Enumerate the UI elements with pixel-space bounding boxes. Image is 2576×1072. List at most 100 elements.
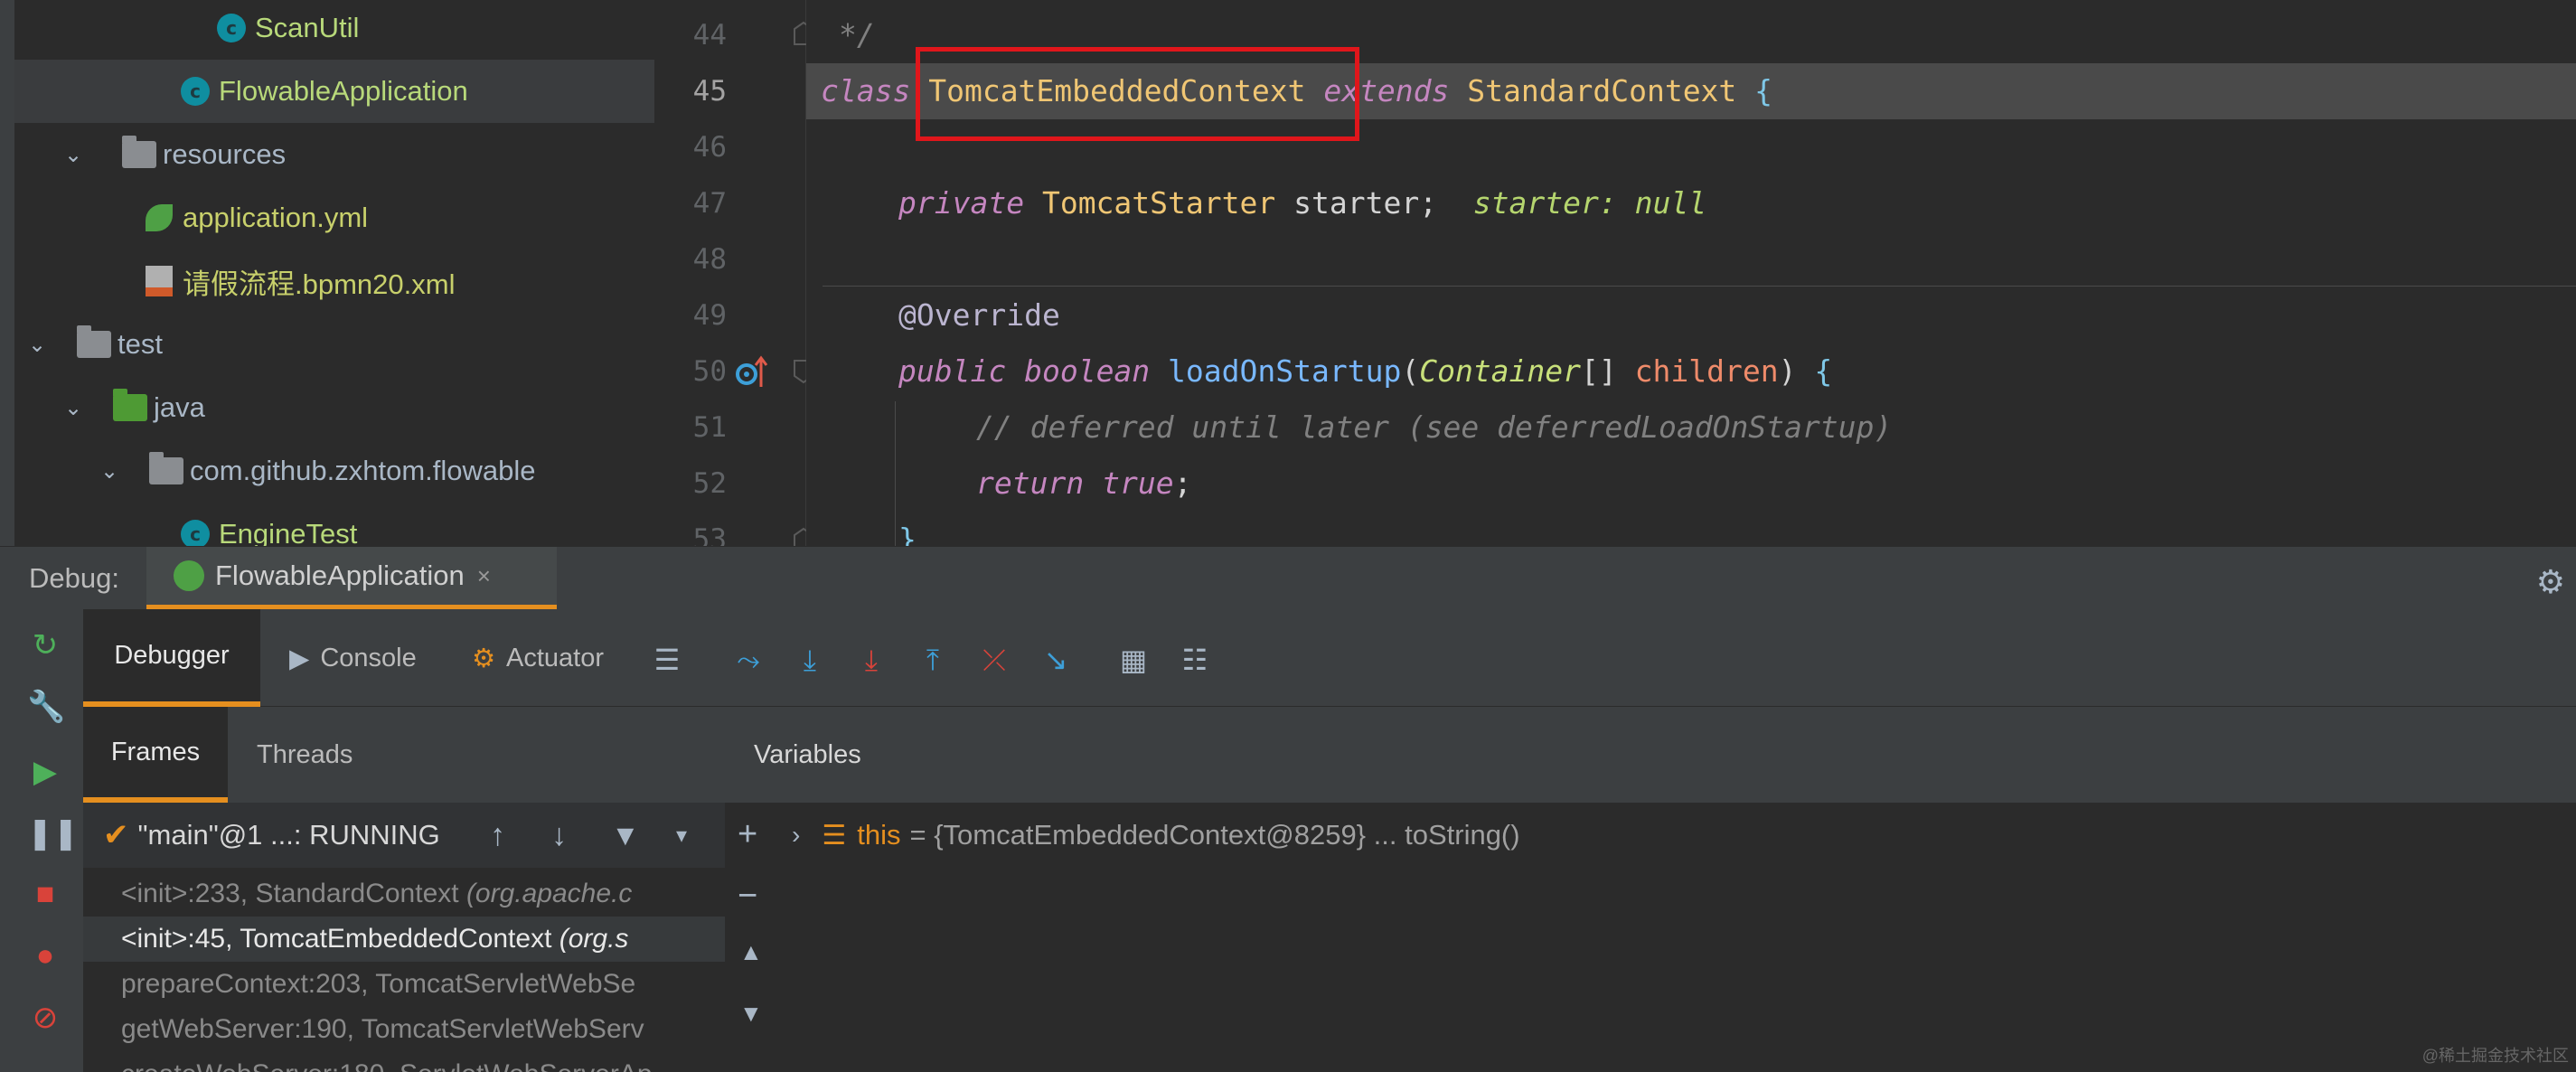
add-watch-icon[interactable]: + [738, 815, 757, 854]
chevron-down-icon[interactable]: ⌄ [61, 142, 85, 168]
variable-row-this[interactable]: › ☰ this = {TomcatEmbeddedContext@8259} … [779, 803, 2576, 868]
highlight-annotation-box [916, 47, 1359, 141]
view-breakpoints-icon[interactable]: ● [27, 938, 63, 973]
evaluate-expression-icon[interactable]: ▦ [1114, 642, 1153, 678]
frame-row[interactable]: <init>:233, StandardContext (org.apache.… [83, 871, 725, 917]
tree-item-test[interactable]: ⌄ test [14, 313, 654, 376]
pause-icon[interactable]: ❚❚ [27, 815, 79, 851]
variables-panel: › ☰ this = {TomcatEmbeddedContext@8259} … [779, 803, 2576, 1072]
debugger-toolbar: Debugger ▶ Console ⚙ Actuator ☰ ⤳ ⤓ ⤓ ⤒ … [83, 609, 2576, 707]
thread-label: "main"@1 ...: RUNNING [137, 819, 440, 851]
package-icon [148, 452, 184, 489]
test-class-icon: c [177, 516, 213, 546]
close-icon[interactable]: × [477, 562, 491, 590]
code-line-53: } [898, 522, 917, 546]
tree-item-label: java [154, 391, 205, 423]
move-down-icon[interactable]: ▼ [739, 1000, 763, 1028]
tree-item-label: EngineTest [219, 518, 358, 546]
line-number: 52 [692, 467, 727, 500]
watermark: @稀土掘金技术社区 [2421, 1047, 2569, 1065]
spring-config-icon [141, 200, 177, 236]
indent-guide [895, 401, 896, 546]
arrow-down-icon[interactable]: ↓ [551, 818, 567, 853]
class-icon: c [213, 10, 249, 46]
tree-item-java[interactable]: ⌄ java [14, 376, 654, 439]
resume-icon[interactable]: ▶ [27, 754, 63, 790]
debug-tool-window-header: Debug: FlowableApplication × ⚙ [0, 546, 2576, 610]
line-number: 49 [692, 299, 727, 332]
inline-value-hint: starter: null [1472, 185, 1707, 221]
line-number: 51 [692, 411, 727, 444]
tree-item-application-yml[interactable]: application.yml [14, 186, 654, 249]
tree-item-resources[interactable]: ⌄ resources [14, 123, 654, 186]
tab-actuator[interactable]: ⚙ Actuator [472, 609, 604, 707]
filter-icon[interactable]: ▼ [611, 819, 640, 852]
debug-side-toolbar: ↻ 🔧 ▶ ❚❚ ■ ● ⊘ [0, 609, 83, 1072]
chevron-down-icon[interactable]: ⌄ [98, 458, 121, 484]
rerun-icon[interactable]: ↻ [27, 627, 63, 663]
chevron-down-icon[interactable]: ▾ [676, 823, 687, 849]
drop-frame-icon[interactable]: ⤫ [974, 642, 1014, 678]
frame-row[interactable]: getWebServer:190, TomcatServletWebServ [83, 1007, 725, 1052]
menu-icon[interactable]: ☰ [647, 642, 687, 678]
code-line-49: @Override [898, 297, 1060, 333]
tree-item-label: com.github.zxhtom.flowable [190, 455, 536, 486]
tree-item-label: 请假流程.bpmn20.xml [183, 268, 456, 300]
step-out-icon[interactable]: ⤒ [913, 642, 953, 678]
frame-row[interactable]: <init>:45, TomcatEmbeddedContext (org.s [83, 917, 725, 962]
tree-item-label: ScanUtil [255, 12, 360, 43]
frame-row[interactable]: prepareContext:203, TomcatServletWebSe [83, 962, 725, 1007]
line-number: 46 [692, 131, 727, 164]
tree-item-scanutil[interactable]: c ScanUtil [14, 0, 654, 60]
tab-debugger[interactable]: Debugger [83, 609, 260, 707]
arrow-up-icon[interactable]: ↑ [490, 818, 505, 853]
trace-stream-icon[interactable]: ☷ [1175, 642, 1215, 678]
frames-threads-tabs: Frames Threads [83, 707, 725, 803]
code-line-51: // deferred until later (see deferredLoa… [976, 409, 1893, 445]
tree-item-label: test [118, 328, 163, 360]
method-separator [823, 286, 2576, 287]
tree-item-bpmn-xml[interactable]: 请假流程.bpmn20.xml [14, 249, 654, 313]
move-up-icon[interactable]: ▲ [739, 938, 763, 966]
tree-item-package[interactable]: ⌄ com.github.zxhtom.flowable [14, 439, 654, 503]
project-tool-window-strip[interactable] [0, 0, 14, 546]
remove-watch-icon[interactable]: − [738, 877, 757, 916]
tab-console[interactable]: ▶ Console [289, 609, 417, 707]
code-line-47: private TomcatStarter starter; starter: … [898, 185, 1707, 221]
spring-boot-run-icon [174, 560, 204, 591]
run-to-cursor-icon[interactable]: ↘ [1036, 642, 1076, 678]
code-line-52: return true; [976, 465, 1192, 501]
debug-session-tab[interactable]: FlowableApplication × [146, 547, 557, 610]
tab-threads[interactable]: Threads [257, 707, 353, 803]
tree-item-flowableapplication[interactable]: c FlowableApplication [14, 60, 654, 123]
project-tree-panel: c ScanUtil c FlowableApplication ⌄ resou… [0, 0, 654, 546]
chevron-down-icon[interactable]: ⌄ [25, 332, 49, 358]
code-line-50: public boolean loadOnStartup(Container[]… [898, 353, 1833, 389]
implements-method-icon[interactable] [734, 354, 770, 390]
tree-item-label: resources [163, 138, 287, 170]
step-over-icon[interactable]: ⤓ [790, 642, 830, 678]
frames-panel: ✔ "main"@1 ...: RUNNING ↑ ↓ ▼ ▾ <init>:2… [83, 803, 725, 1072]
stop-icon[interactable]: ■ [27, 877, 63, 912]
show-execution-point-icon[interactable]: ⤳ [729, 642, 768, 678]
editor-gutter[interactable]: 44 45 46 47 48 49 50 51 52 53 [654, 0, 813, 556]
line-number: 47 [692, 187, 727, 220]
chevron-right-icon[interactable]: › [792, 821, 800, 850]
line-number: 45 [692, 75, 727, 108]
tab-frames[interactable]: Frames [83, 707, 228, 803]
line-number: 50 [692, 355, 727, 388]
thread-selector[interactable]: ✔ "main"@1 ...: RUNNING ↑ ↓ ▼ ▾ [83, 803, 725, 868]
spring-boot-run-icon: c [177, 73, 213, 109]
line-number: 44 [692, 19, 727, 52]
mute-breakpoints-icon[interactable]: ⊘ [27, 1000, 63, 1036]
wrench-icon[interactable]: 🔧 [27, 689, 65, 725]
test-source-folder-icon [112, 389, 148, 426]
tree-item-enginetest[interactable]: c EngineTest [14, 503, 654, 546]
gear-icon[interactable]: ⚙ [2536, 563, 2565, 601]
variables-title: Variables [754, 740, 861, 769]
resources-folder-icon [121, 136, 157, 173]
force-step-into-icon[interactable]: ⤓ [851, 642, 891, 678]
frame-row[interactable]: createWebServer:180, ServletWebServerAp [83, 1052, 725, 1072]
chevron-down-icon[interactable]: ⌄ [61, 395, 85, 421]
variable-value: = {TomcatEmbeddedContext@8259} ... toStr… [909, 819, 1520, 851]
